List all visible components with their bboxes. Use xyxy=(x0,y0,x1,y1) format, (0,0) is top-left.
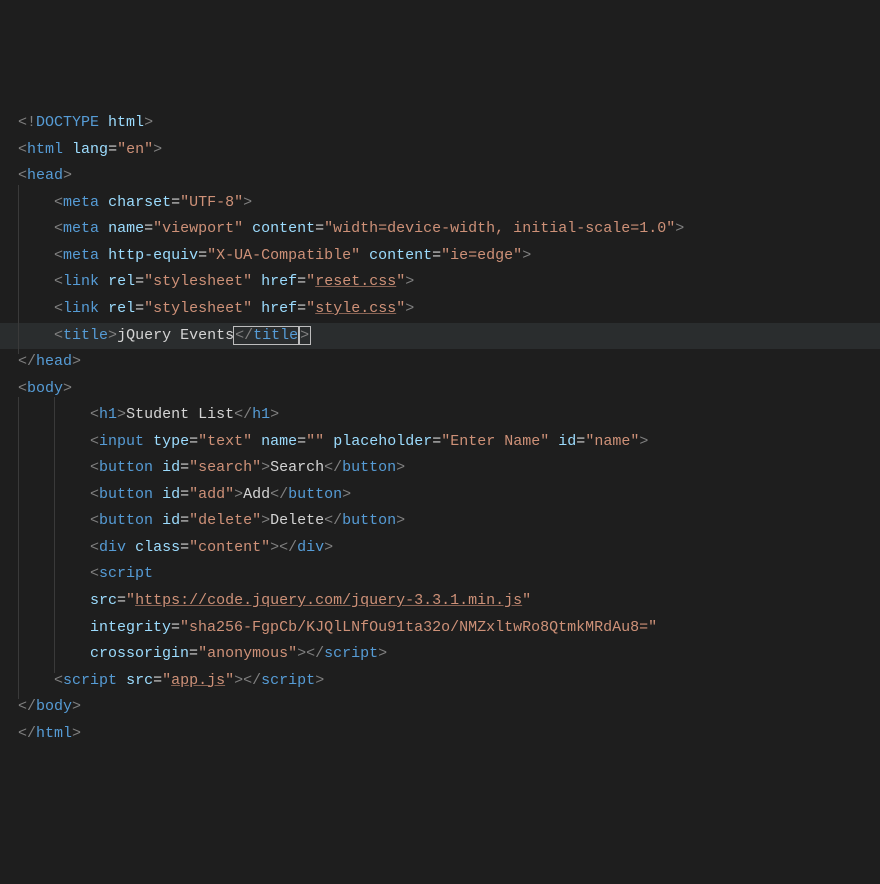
link-jquery-cdn[interactable]: https://code.jquery.com/jquery-3.3.1.min… xyxy=(135,592,522,609)
code-line[interactable]: </head> xyxy=(18,349,880,376)
code-line[interactable]: <button id="search">Search</button> xyxy=(18,455,880,482)
code-line[interactable]: <input type="text" name="" placeholder="… xyxy=(18,429,880,456)
code-line[interactable]: <head> xyxy=(18,163,880,190)
link-reset-css[interactable]: reset.css xyxy=(315,273,396,290)
link-app-js[interactable]: app.js xyxy=(171,672,225,689)
code-line[interactable]: crossorigin="anonymous"></script> xyxy=(18,641,880,668)
code-line[interactable]: <link rel="stylesheet" href="style.css"> xyxy=(18,296,880,323)
code-line[interactable]: <meta http-equiv="X-UA-Compatible" conte… xyxy=(18,243,880,270)
code-editor[interactable]: <!DOCTYPE html><html lang="en"><head> <m… xyxy=(18,110,880,747)
code-line[interactable]: <button id="add">Add</button> xyxy=(18,482,880,509)
code-line-active[interactable]: <title>jQuery Events</title> xyxy=(0,323,880,350)
code-line[interactable]: <script src="app.js"></script> xyxy=(18,668,880,695)
code-line[interactable]: </html> xyxy=(18,721,880,748)
code-line[interactable]: <!DOCTYPE html> xyxy=(18,110,880,137)
code-line[interactable]: integrity="sha256-FgpCb/KJQlLNfOu91ta32o… xyxy=(18,615,880,642)
bracket-match: > xyxy=(298,326,311,345)
text-cursor: </title xyxy=(233,326,300,345)
code-line[interactable]: <div class="content"></div> xyxy=(18,535,880,562)
code-line[interactable]: <meta name="viewport" content="width=dev… xyxy=(18,216,880,243)
code-line[interactable]: <link rel="stylesheet" href="reset.css"> xyxy=(18,269,880,296)
code-line[interactable]: <meta charset="UTF-8"> xyxy=(18,190,880,217)
code-line[interactable]: <h1>Student List</h1> xyxy=(18,402,880,429)
code-line[interactable]: <script xyxy=(18,561,880,588)
link-style-css[interactable]: style.css xyxy=(315,300,396,317)
code-line[interactable]: <body> xyxy=(18,376,880,403)
code-line[interactable]: <html lang="en"> xyxy=(18,137,880,164)
code-line[interactable]: <button id="delete">Delete</button> xyxy=(18,508,880,535)
code-line[interactable]: src="https://code.jquery.com/jquery-3.3.… xyxy=(18,588,880,615)
code-line[interactable]: </body> xyxy=(18,694,880,721)
